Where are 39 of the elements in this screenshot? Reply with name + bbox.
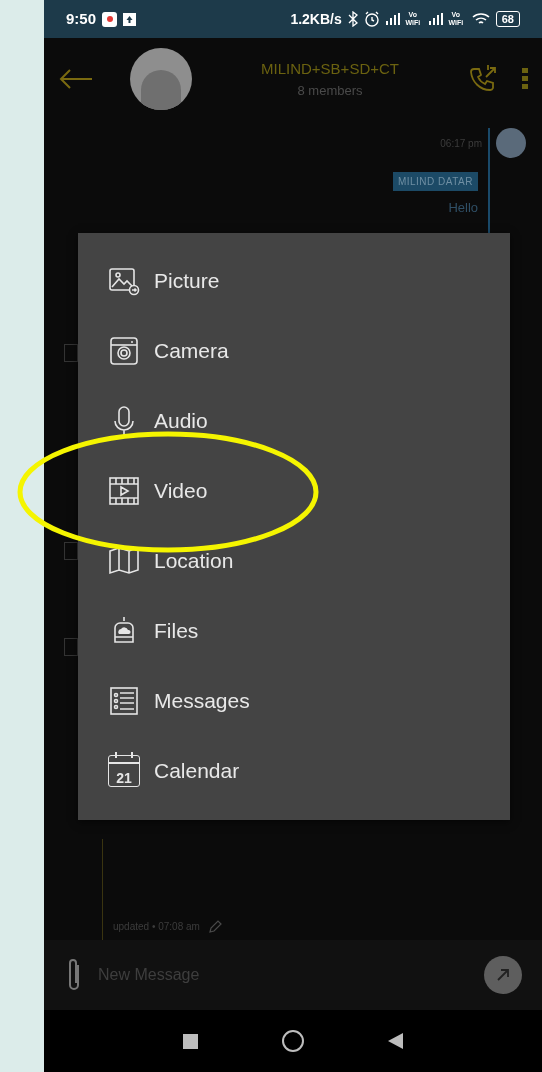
camera-icon [108,335,140,367]
back-arrow-icon[interactable] [58,67,94,91]
menu-item[interactable]: Video [108,456,510,526]
upload-icon [123,12,137,26]
film-icon [108,475,140,507]
arrow-icon [495,967,511,983]
more-menu-icon[interactable] [522,68,528,90]
recents-button[interactable] [183,1033,198,1049]
member-count: 8 members [297,81,363,100]
user-avatar [496,128,526,158]
signal-icon [428,13,443,25]
bluetooth-icon [347,11,358,27]
list-icon [108,685,140,717]
checkbox[interactable] [64,344,78,362]
message-text: Hello [448,201,478,215]
image-icon [108,265,140,297]
signal-icon [385,13,400,25]
menu-item[interactable]: Files [108,596,510,666]
menu-item[interactable]: Picture [108,246,510,316]
clock: 9:50 [66,8,97,29]
send-button[interactable] [484,956,522,994]
group-title: MILIND+SB+SD+CT [261,59,399,79]
menu-item[interactable]: 21 Calendar [108,736,510,806]
wifi-icon [471,12,490,26]
checkbox[interactable] [64,542,78,560]
menu-item[interactable]: Camera [108,316,510,386]
battery-indicator: 68 [495,11,520,27]
pencil-icon [207,919,222,934]
sender-tag: MILIND DATAR [392,172,478,191]
back-button[interactable] [388,1033,403,1049]
notification-icon [102,11,118,27]
alarm-icon [363,11,380,27]
checkbox[interactable] [64,638,78,656]
calendar-icon: 21 [108,755,140,787]
menu-item[interactable]: Audio [108,386,510,456]
menu-item[interactable]: Location [108,526,510,596]
home-button[interactable] [282,1030,304,1052]
menu-item[interactable]: Messages [108,666,510,736]
network-speed: 1.2KB/s [290,9,342,29]
